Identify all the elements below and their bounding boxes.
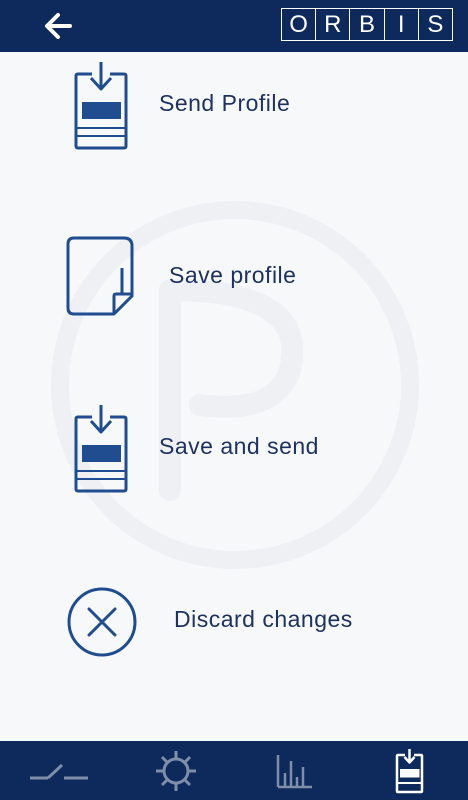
switch-icon	[30, 763, 88, 779]
nav-chart-button[interactable]	[249, 741, 339, 800]
nav-settings-button[interactable]	[131, 741, 221, 800]
send-profile-icon	[74, 62, 128, 150]
orbis-logo: O R B I S	[281, 8, 453, 41]
arrow-left-icon	[45, 13, 72, 39]
nav-send-profile-button[interactable]	[365, 741, 455, 800]
save-profile-label: Save profile	[169, 262, 297, 288]
save-profile-icon	[66, 236, 134, 316]
discard-icon	[67, 587, 137, 657]
send-profile-label: Send Profile	[159, 90, 291, 116]
chart-icon	[276, 754, 312, 788]
bottom-nav-bar	[0, 741, 468, 800]
send-profile-button[interactable]: Send Profile	[0, 50, 468, 160]
logo-letter: O	[289, 10, 308, 38]
logo-letter: S	[417, 9, 452, 40]
discard-changes-label: Discard changes	[174, 606, 353, 632]
top-bar: O R B I S	[0, 0, 468, 52]
save-and-send-label: Save and send	[159, 433, 319, 459]
back-button[interactable]	[36, 6, 80, 46]
logo-letter: I	[383, 9, 418, 40]
gear-icon	[156, 750, 196, 791]
save-and-send-button[interactable]: Save and send	[0, 395, 468, 505]
logo-letter: B	[349, 9, 383, 40]
logo-letter: R	[315, 9, 349, 40]
save-profile-button[interactable]: Save profile	[0, 222, 468, 332]
send-profile-icon	[395, 748, 424, 793]
discard-changes-button[interactable]: Discard changes	[0, 566, 468, 676]
save-and-send-icon	[74, 405, 128, 493]
nav-switch-button[interactable]	[14, 741, 104, 800]
